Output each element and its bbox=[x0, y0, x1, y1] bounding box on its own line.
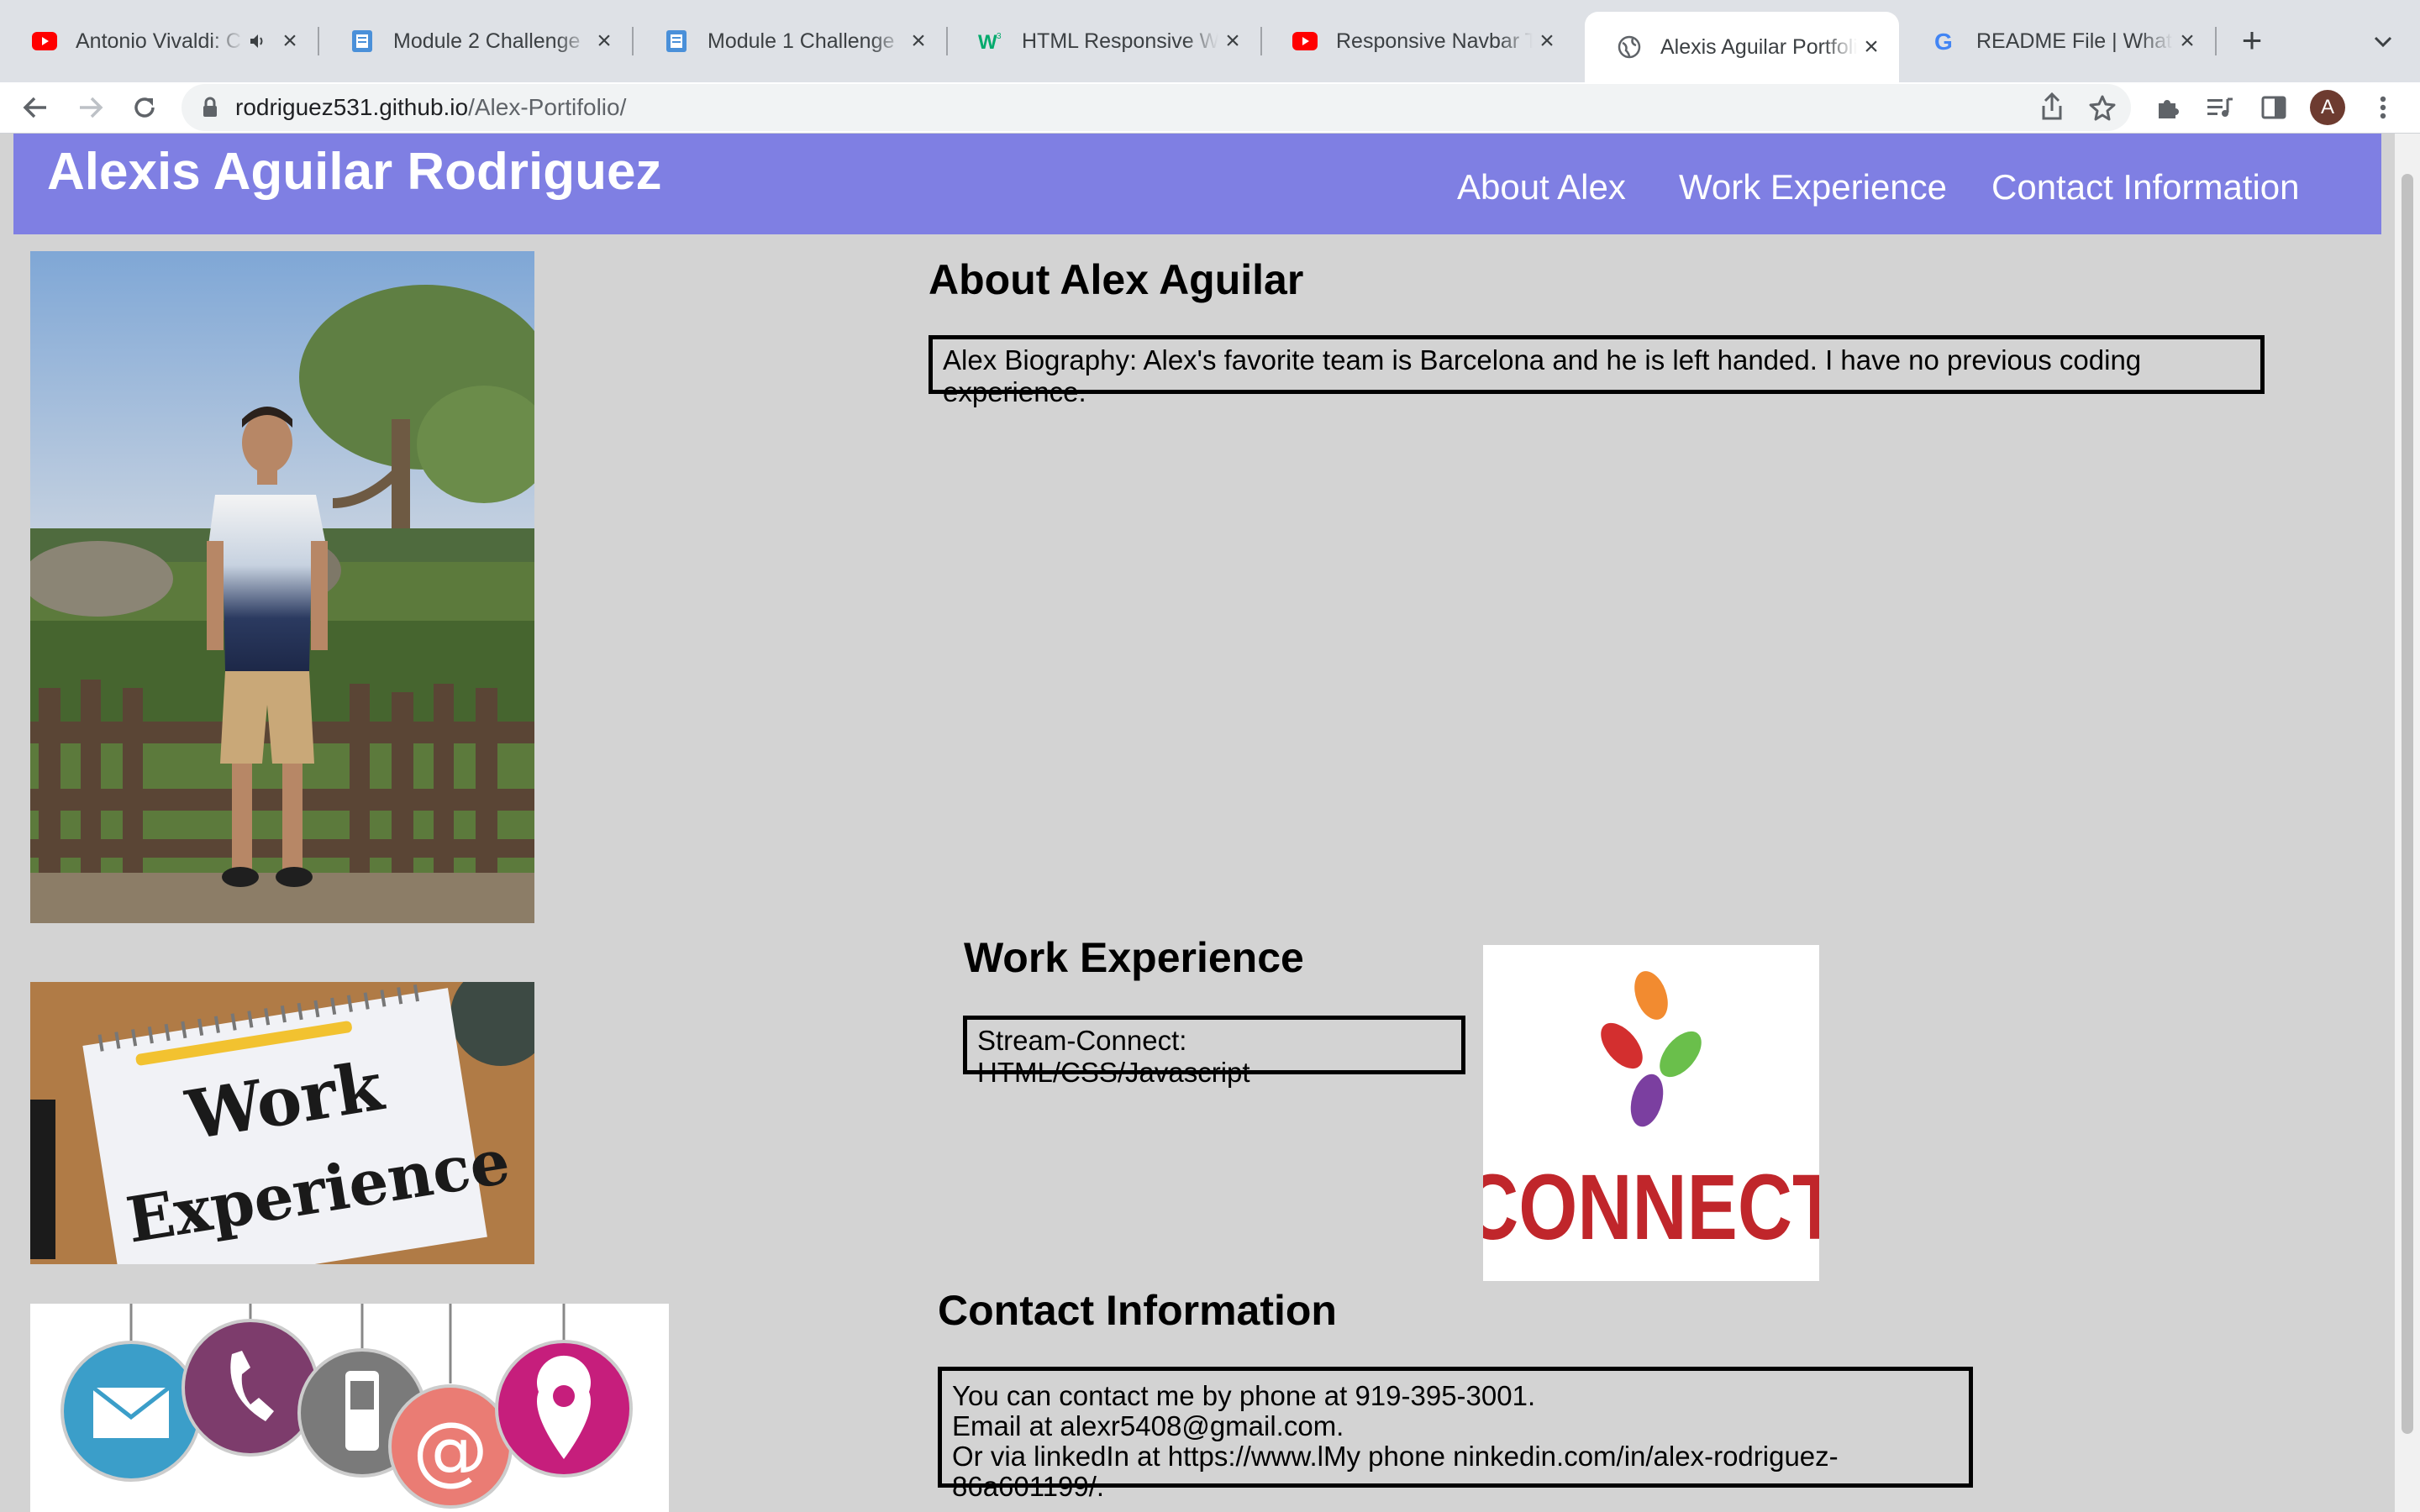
svg-text:@: @ bbox=[413, 1406, 488, 1494]
about-bio-box: Alex Biography: Alex's favorite team is … bbox=[929, 335, 2265, 407]
share-icon[interactable] bbox=[2040, 92, 2064, 121]
tab-title: README File | What is bbox=[1976, 29, 2173, 54]
work-item-text: Stream-Connect: HTML/CSS/Javascript bbox=[977, 1025, 1250, 1088]
tab-title: Antonio Vivaldi: C bbox=[76, 29, 244, 54]
tab-search-chevron-icon[interactable] bbox=[2366, 25, 2400, 59]
contact-heading: Contact Information bbox=[938, 1287, 1337, 1334]
tab-title: Module 1 Challenge bbox=[708, 29, 904, 54]
page-scrollbar[interactable] bbox=[2395, 134, 2420, 1512]
close-tab-icon[interactable]: × bbox=[590, 27, 618, 55]
tab-responsive-navbar[interactable]: Responsive Navbar Tu × bbox=[1260, 12, 1575, 71]
close-tab-icon[interactable]: × bbox=[276, 27, 304, 55]
contact-linkedin-line: Or via linkedIn at https://www.lMy phone… bbox=[952, 1441, 1839, 1502]
tab-module-1[interactable]: Module 1 Challenge × bbox=[632, 12, 948, 71]
lock-icon[interactable] bbox=[202, 97, 218, 118]
profile-avatar[interactable]: A bbox=[2309, 89, 2346, 126]
tab-title: Alexis Aguilar Portfolio bbox=[1660, 34, 1857, 60]
close-tab-icon[interactable]: × bbox=[904, 27, 933, 55]
tab-title: Module 2 Challenge bbox=[393, 29, 590, 54]
address-bar[interactable]: rodriguez531.github.io/Alex-Portifolio/ bbox=[182, 84, 2131, 131]
close-tab-icon[interactable]: × bbox=[1857, 33, 1886, 61]
scrollbar-thumb[interactable] bbox=[2402, 174, 2413, 1434]
forward-arrow-icon[interactable] bbox=[72, 89, 109, 126]
connect-logo: CONNECT bbox=[1464, 945, 1839, 1281]
contact-email-line: Email at alexr5408@gmail.com. bbox=[952, 1410, 1344, 1441]
svg-text:3: 3 bbox=[997, 32, 1002, 41]
tab-w3schools[interactable]: W3 HTML Responsive We × bbox=[946, 12, 1262, 71]
google-icon: G bbox=[1933, 29, 1958, 54]
back-arrow-icon[interactable] bbox=[17, 89, 54, 126]
canvas-doc-icon bbox=[664, 29, 689, 54]
avatar-initial: A bbox=[2310, 90, 2345, 125]
svg-text:G: G bbox=[1934, 29, 1953, 53]
tab-vivaldi[interactable]: Antonio Vivaldi: C × bbox=[0, 12, 319, 71]
url-text[interactable]: rodriguez531.github.io/Alex-Portifolio/ bbox=[235, 94, 626, 121]
nav-link-contact[interactable]: Contact Information bbox=[1991, 167, 2300, 207]
tab-title: HTML Responsive We bbox=[1022, 29, 1218, 54]
url-path: /Alex-Portifolio/ bbox=[468, 94, 627, 120]
contact-info-box: You can contact me by phone at 919-395-3… bbox=[938, 1367, 1973, 1502]
canvas-doc-icon bbox=[350, 29, 375, 54]
tab-readme[interactable]: G README File | What is × bbox=[1901, 12, 2217, 71]
svg-text:W: W bbox=[978, 31, 997, 52]
work-heading: Work Experience bbox=[964, 934, 1304, 981]
page-viewport: Alexis Aguilar Rodriguez About Alex Work… bbox=[0, 134, 2420, 1512]
connect-logo-text: CONNECT bbox=[1483, 1157, 1819, 1259]
url-host: rodriguez531.github.io bbox=[235, 94, 469, 120]
portrait-photo bbox=[30, 251, 534, 923]
about-bio-text: Alex Biography: Alex's favorite team is … bbox=[943, 344, 2142, 407]
bookmark-star-icon[interactable] bbox=[2089, 94, 2116, 121]
globe-icon bbox=[1617, 34, 1642, 60]
site-title: Alexis Aguilar Rodriguez bbox=[47, 143, 662, 201]
more-menu-icon[interactable] bbox=[2365, 89, 2402, 126]
youtube-icon bbox=[32, 29, 57, 54]
extensions-puzzle-icon[interactable] bbox=[2149, 89, 2186, 126]
close-tab-icon[interactable]: × bbox=[1533, 27, 1561, 55]
w3schools-icon: W3 bbox=[978, 29, 1003, 54]
side-panel-icon[interactable] bbox=[2255, 89, 2292, 126]
close-tab-icon[interactable]: × bbox=[1218, 27, 1247, 55]
browser-toolbar: rodriguez531.github.io/Alex-Portifolio/ … bbox=[0, 82, 2420, 134]
close-tab-icon[interactable]: × bbox=[2173, 27, 2202, 55]
tab-strip: Antonio Vivaldi: C × Module 2 Challenge … bbox=[0, 0, 2420, 82]
speaker-icon[interactable] bbox=[244, 32, 272, 50]
youtube-icon bbox=[1292, 29, 1318, 54]
about-heading: About Alex Aguilar bbox=[929, 256, 1304, 303]
nav-link-work[interactable]: Work Experience bbox=[1679, 167, 1947, 207]
site-header: Alexis Aguilar Rodriguez About Alex Work… bbox=[13, 134, 2381, 234]
work-item-box: Stream-Connect: HTML/CSS/Javascript bbox=[963, 1016, 1465, 1088]
media-control-icon[interactable] bbox=[2202, 89, 2238, 126]
tab-portfolio-active[interactable]: Alexis Aguilar Portfolio × bbox=[1585, 12, 1899, 82]
new-tab-button[interactable]: + bbox=[2233, 20, 2270, 60]
contact-phone-line: You can contact me by phone at 919-395-3… bbox=[952, 1380, 1536, 1411]
work-experience-image: Work Experience bbox=[30, 982, 534, 1264]
reload-icon[interactable] bbox=[126, 89, 163, 126]
contact-icons-image: @ bbox=[30, 1304, 669, 1512]
tab-title: Responsive Navbar Tu bbox=[1336, 29, 1533, 54]
tab-module-2[interactable]: Module 2 Challenge × bbox=[318, 12, 634, 71]
nav-link-about[interactable]: About Alex bbox=[1457, 167, 1626, 207]
